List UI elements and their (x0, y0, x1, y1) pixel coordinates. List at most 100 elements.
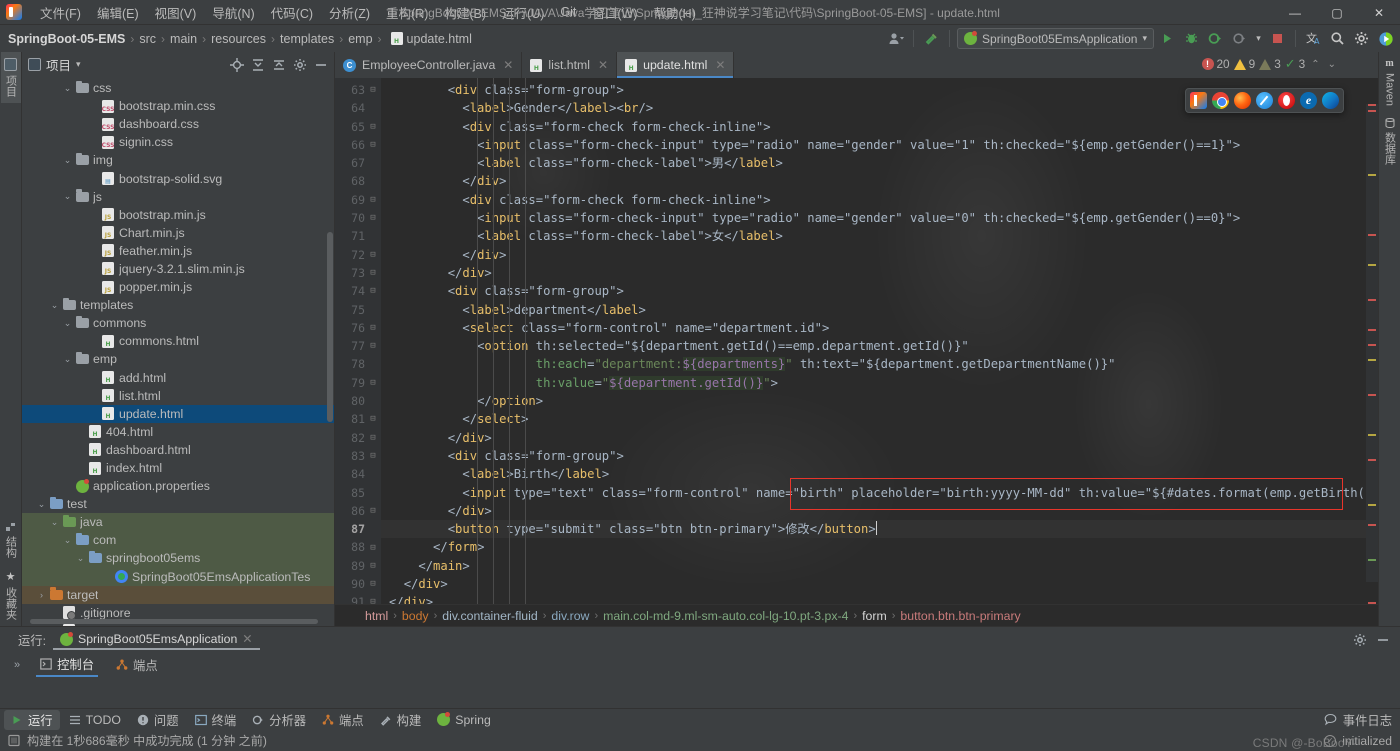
gutter-line-number[interactable]: 78 (335, 355, 381, 373)
menu-view[interactable]: 视图(V) (147, 1, 205, 24)
gutter-line-number[interactable]: 64 (335, 99, 381, 117)
gutter-line-number[interactable]: 68 (335, 172, 381, 190)
code-fold-icon[interactable]: ⊟ (368, 447, 378, 465)
close-button[interactable]: ✕ (1358, 0, 1400, 25)
code-line[interactable]: </div> (381, 429, 1378, 447)
opera-icon[interactable] (1278, 92, 1295, 109)
code-fold-icon[interactable]: ⊟ (368, 191, 378, 209)
tool-tab-endpoints[interactable]: 端点 (315, 710, 371, 730)
expand-tabs-icon[interactable]: » (14, 659, 20, 671)
code-line[interactable]: </div> (381, 575, 1378, 593)
tree-expand-arrow-icon[interactable]: ⌄ (61, 155, 74, 166)
minimize-button[interactable]: — (1274, 0, 1316, 25)
tree-expand-arrow-icon[interactable]: ⌄ (61, 191, 74, 202)
code-fold-icon[interactable]: ⊟ (368, 282, 378, 300)
code-line[interactable]: </div> (381, 593, 1378, 604)
editor-viewport[interactable]: ⊟ 63 64 ⊟ 65 ⊟ 66 67 68 ⊟ 69 ⊟ 70 71 ⊟ 72 ⊟ 73 ⊟ 74 75 ⊟ 76 ⊟ 77… (335, 78, 1378, 604)
strip-tab-favorites[interactable]: ★ 收藏夹 (1, 564, 21, 626)
menu-navigate[interactable]: 导航(N) (204, 1, 262, 24)
code-line[interactable]: </div> (381, 264, 1378, 282)
menu-help[interactable]: 帮助(H) (646, 1, 704, 24)
code-fold-icon[interactable]: ⊟ (368, 319, 378, 337)
breadcrumb-container-fluid[interactable]: div.container-fluid (442, 609, 537, 623)
chevron-down-icon[interactable]: ▾ (1253, 28, 1264, 49)
profiler-icon[interactable] (1229, 28, 1250, 49)
project-tree-hscrollbar[interactable] (30, 619, 318, 624)
menu-refactor[interactable]: 重构(R) (378, 1, 436, 24)
editor-tab-list-html[interactable]: H list.html ✕ (522, 52, 618, 78)
tree-node-file[interactable]: Hcommons.html (22, 332, 334, 350)
open-in-browser-popup[interactable]: e (1185, 88, 1344, 113)
tree-node-file[interactable]: CSS dashboard.css (22, 115, 334, 133)
code-line[interactable]: <label>department</label> (381, 301, 1378, 319)
tree-node-folder[interactable]: ⌄ commons (22, 314, 334, 332)
tree-node-file[interactable]: JS Chart.min.js (22, 224, 334, 242)
tool-tab-run[interactable]: 运行 (4, 709, 60, 730)
stop-icon[interactable] (1267, 28, 1288, 49)
tree-node-file[interactable]: JS feather.min.js (22, 242, 334, 260)
tree-node-file[interactable]: H 404.html (22, 423, 334, 441)
code-line[interactable]: <div class="form-group"> (381, 282, 1378, 300)
code-line[interactable]: <input type="text" class="form-control" … (381, 484, 1378, 502)
error-count-group[interactable]: ! 20 (1201, 57, 1230, 71)
editor-code[interactable]: <div class="form-group"> <label>Gender</… (381, 78, 1378, 604)
breadcrumb-html[interactable]: html (365, 609, 388, 623)
maximize-button[interactable]: ▢ (1316, 0, 1358, 25)
tree-node-folder[interactable]: › target (22, 585, 334, 604)
tree-node-file[interactable]: CSS signin.css (22, 133, 334, 151)
close-icon[interactable]: ✕ (715, 58, 725, 72)
intellij-browser-icon[interactable] (1190, 92, 1207, 109)
tree-node-folder[interactable]: ⌄ com (22, 531, 334, 550)
updates-icon[interactable] (1375, 28, 1396, 49)
run-coverage-icon[interactable] (1205, 28, 1226, 49)
tree-node-folder[interactable]: ⌄ emp (22, 350, 334, 368)
event-log-button[interactable]: 事件日志 (1324, 711, 1400, 729)
code-fold-icon[interactable]: ⊟ (368, 593, 378, 604)
tree-node-file[interactable]: Hlist.html (22, 387, 334, 405)
code-fold-icon[interactable]: ⊟ (368, 557, 378, 575)
gutter-line-number[interactable]: 80 (335, 392, 381, 410)
close-icon[interactable]: ✕ (242, 632, 252, 646)
tree-expand-arrow-icon[interactable]: › (35, 590, 48, 600)
tree-node-file[interactable]: SpringBoot05EmsApplicationTes (22, 567, 334, 586)
debug-icon[interactable] (1181, 28, 1202, 49)
code-line[interactable]: </div> (381, 172, 1378, 190)
next-problem-icon[interactable]: ⌄ (1326, 59, 1338, 70)
previous-problem-icon[interactable]: ⌃ (1309, 59, 1321, 70)
menu-code[interactable]: 代码(C) (263, 1, 321, 24)
breadcrumb-item-file[interactable]: update.html (407, 32, 472, 46)
menu-analyze[interactable]: 分析(Z) (321, 1, 378, 24)
menu-window[interactable]: 窗口(W) (584, 1, 645, 24)
expand-all-icon[interactable] (248, 55, 267, 74)
strip-tab-database[interactable]: 数据库 (1380, 112, 1400, 171)
breadcrumb-item-resources[interactable]: resources (211, 32, 266, 46)
tool-tab-terminal[interactable]: 终端 (188, 710, 244, 730)
project-panel-title[interactable]: 项目 ▾ (28, 55, 81, 74)
editor-gutter[interactable]: ⊟ 63 64 ⊟ 65 ⊟ 66 67 68 ⊟ 69 ⊟ 70 71 ⊟ 72 ⊟ 73 ⊟ 74 75 ⊟ 76 ⊟ 77… (335, 78, 381, 604)
code-line[interactable]: <label class="form-check-label">男</label… (381, 154, 1378, 172)
edge-icon[interactable] (1322, 92, 1339, 109)
tree-node-file[interactable]: Hdashboard.html (22, 441, 334, 459)
code-line[interactable]: <div class="form-check form-check-inline… (381, 118, 1378, 136)
run-window-console-output[interactable] (0, 677, 1400, 708)
strip-tab-maven[interactable]: m Maven (1382, 52, 1398, 112)
code-fold-icon[interactable]: ⊟ (368, 136, 378, 154)
code-line[interactable]: <label class="form-check-label">女</label… (381, 227, 1378, 245)
tree-node-folder[interactable]: ⌄ springboot05ems (22, 549, 334, 568)
code-fold-icon[interactable]: ⊟ (368, 429, 378, 447)
run-subtab-console[interactable]: 控制台 (36, 653, 99, 677)
code-line[interactable]: </div> (381, 246, 1378, 264)
code-line[interactable]: </select> (381, 410, 1378, 428)
tree-node-file[interactable]: JS jquery-3.2.1.slim.min.js (22, 260, 334, 278)
settings-gear-icon[interactable] (1351, 28, 1372, 49)
code-line[interactable]: th:each="department:${departments}" th:t… (381, 355, 1378, 373)
breadcrumb-item-src[interactable]: src (139, 32, 156, 46)
tree-node-folder[interactable]: ⌄ css (22, 79, 334, 97)
breadcrumb-body[interactable]: body (402, 609, 429, 623)
code-line[interactable]: <button type="submit" class="btn btn-pri… (381, 520, 1378, 539)
user-avatar-icon[interactable] (885, 28, 906, 49)
code-fold-icon[interactable]: ⊟ (368, 337, 378, 355)
code-line[interactable]: <div class="form-check form-check-inline… (381, 191, 1378, 209)
code-fold-icon[interactable]: ⊟ (368, 575, 378, 593)
code-line[interactable]: </div> (381, 502, 1378, 520)
